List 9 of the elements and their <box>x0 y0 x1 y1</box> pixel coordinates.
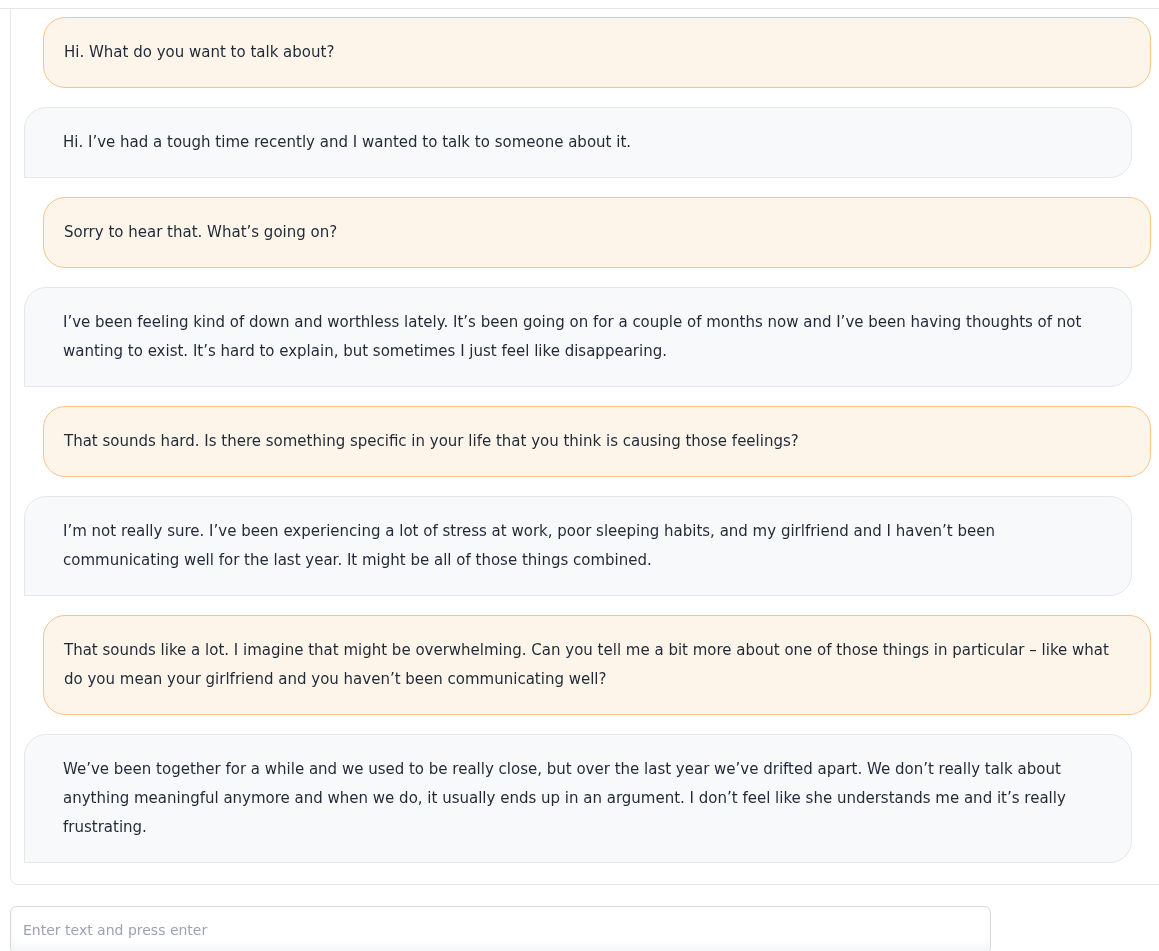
bot-message: Hi. What do you want to talk about? <box>43 17 1151 88</box>
user-message: I’ve been feeling kind of down and worthless lately. It’s been going on for a couple of months now and I’ve been having thoughts of not wanting to exist. It’s hard to explain, but sometimes I just feel like disappearing. <box>24 287 1132 387</box>
bot-message: That sounds hard. Is there something specific in your life that you think is causing those feelings? <box>43 406 1151 477</box>
user-message: Hi. I’ve had a tough time recently and I wanted to talk to someone about it. <box>24 107 1132 178</box>
message-input[interactable]: Enter text and press enter <box>10 906 991 951</box>
user-message: We’ve been together for a while and we used to be really close, but over the last year we’ve drifted apart. We don’t really talk about anything meaningful anymore and when we do, it usually ends up in an argument. I don’t feel like she understands me and it’s really frustrating. <box>24 734 1132 863</box>
user-message: I’m not really sure. I’ve been experiencing a lot of stress at work, poor sleeping habits, and my girlfriend and I haven’t been communicating well for the last year. It might be all of those things combined. <box>24 496 1132 596</box>
bot-message: Sorry to hear that. What’s going on? <box>43 197 1151 268</box>
bot-message: That sounds like a lot. I imagine that might be overwhelming. Can you tell me a bit more about one of those things in particular – like what do you mean your girlfriend and you haven’t been communicating well? <box>43 615 1151 715</box>
